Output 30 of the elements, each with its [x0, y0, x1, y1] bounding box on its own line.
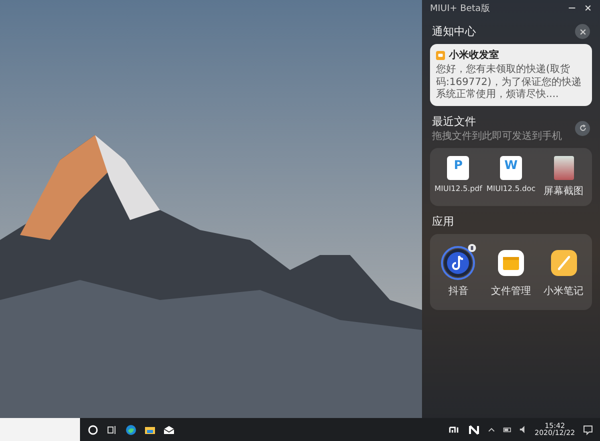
file-name: 屏幕截图 [544, 184, 584, 198]
phone-badge-icon [468, 244, 476, 252]
chevron-up-icon[interactable] [486, 425, 496, 434]
refresh-icon [578, 124, 586, 132]
battery-icon[interactable] [502, 425, 512, 434]
task-view-icon[interactable] [106, 424, 118, 436]
notification-card[interactable]: 小米收发室 您好，您有未领取的快递(取货码:169772)，为了保证您的快递系统正常使用，烦请尽快.... [430, 44, 592, 106]
mail-icon[interactable] [163, 424, 175, 436]
section-title: 最近文件 [432, 114, 477, 128]
app-name: 抖音 [448, 284, 468, 298]
clear-button[interactable] [575, 24, 590, 39]
app-name: 文件管理 [491, 284, 531, 298]
notification-icon[interactable] [582, 424, 594, 436]
notification-sender: 小米收发室 [449, 48, 499, 62]
notification-text: 您好，您有未领取的快递(取货码:169772)，为了保证您的快递系统正常使用，烦请尽快.... [436, 64, 582, 102]
app-icon[interactable] [441, 246, 476, 280]
search-field[interactable] [0, 418, 80, 441]
search-icon[interactable] [87, 424, 99, 436]
refresh-button[interactable] [575, 120, 590, 136]
browser-icon[interactable] [125, 424, 137, 436]
image-thumbnail[interactable] [554, 156, 574, 180]
section-subtitle: 拖拽文件到此即可发送到手机 [432, 130, 562, 142]
window-title: MIUI+ Beta版 [430, 2, 491, 14]
close-icon [578, 28, 586, 36]
close-icon[interactable] [584, 4, 592, 12]
message-icon [436, 50, 445, 60]
mi-logo-icon[interactable] [448, 424, 461, 436]
app-name: 小米笔记 [544, 284, 584, 298]
section-title: 通知中心 [432, 24, 476, 39]
section-title: 应用 [432, 214, 454, 228]
